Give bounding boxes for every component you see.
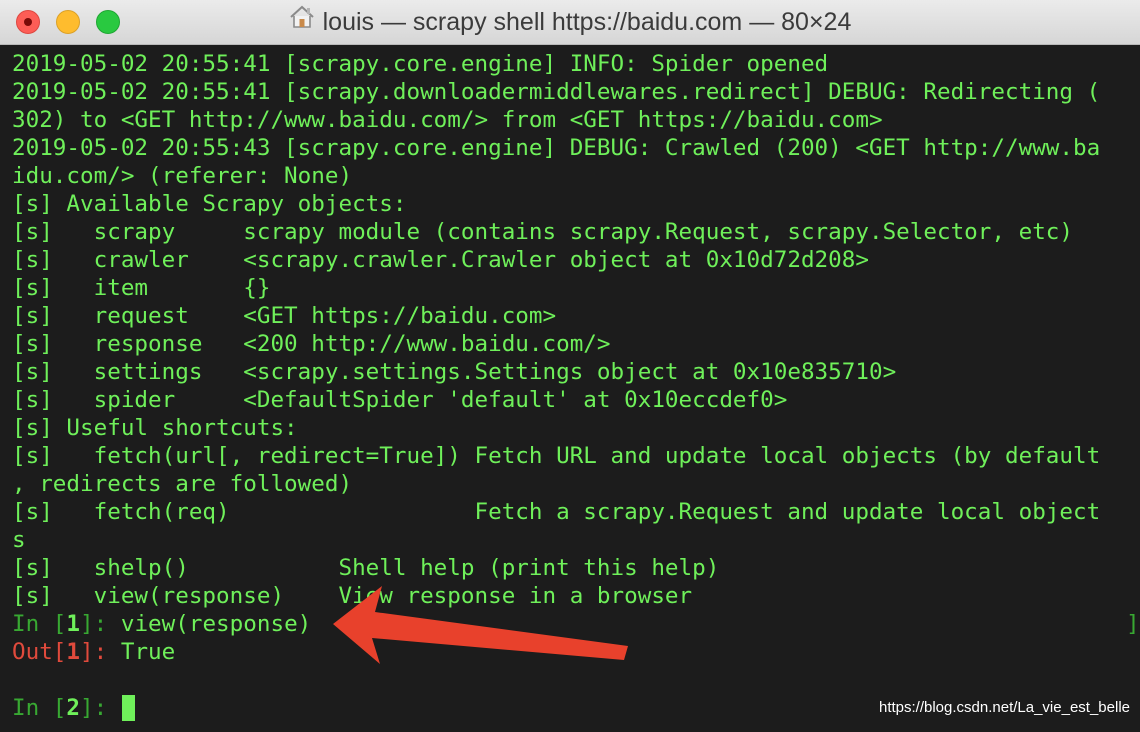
terminal-window: louis — scrapy shell https://baidu.com —… [0,0,1140,732]
red-arrow-annotation [333,586,628,664]
red-arrow-icon [333,586,628,664]
watermark: https://blog.csdn.net/La_vie_est_belle [878,699,1130,716]
